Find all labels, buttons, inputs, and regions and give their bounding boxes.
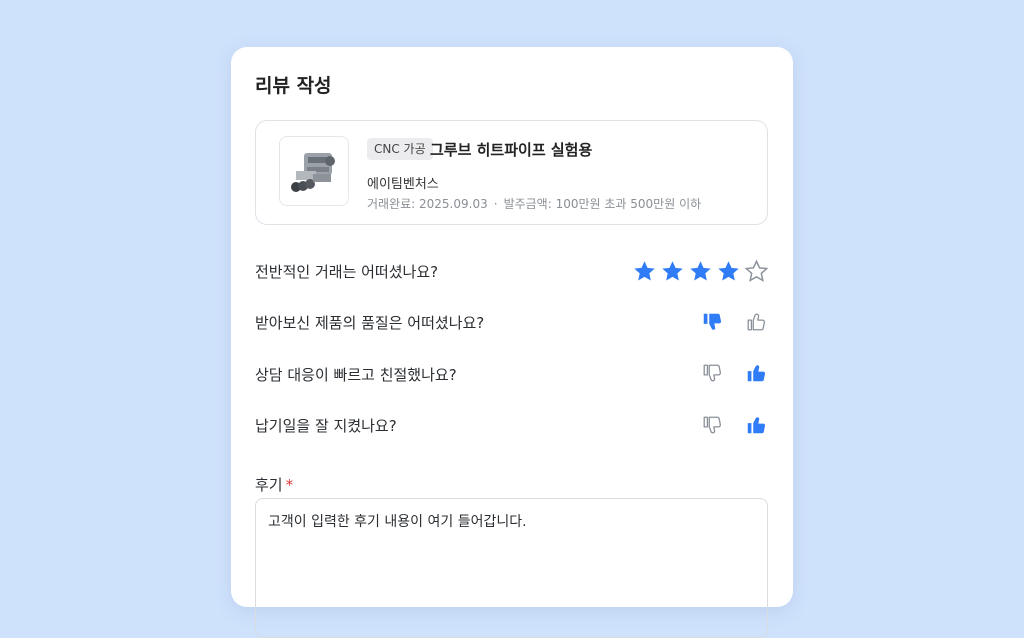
completed-date: 거래완료: 2025.09.03 — [367, 197, 488, 211]
consultation-vote — [701, 362, 767, 384]
page-title: 리뷰 작성 — [255, 75, 332, 97]
meta-separator: · — [493, 197, 498, 211]
thumbs-down-outline-icon[interactable] — [701, 414, 723, 436]
question-delivery: 납기일을 잘 지켰나요? — [255, 417, 397, 435]
review-card: 리뷰 작성 CNC 가공 그루브 히트파이프 실험용 에이팀벤처스 거래완료: … — [231, 47, 793, 638]
product-thumbnail — [279, 136, 349, 206]
thumbs-up-filled-icon[interactable] — [745, 414, 767, 436]
category-tag: CNC 가공 — [367, 138, 433, 160]
review-text: 고객이 입력한 후기 내용이 여기 들어갑니다. — [268, 514, 527, 530]
thumbs-down-filled-icon[interactable] — [701, 311, 723, 333]
star-icon[interactable] — [632, 259, 657, 284]
question-quality: 받아보신 제품의 품질은 어떠셨나요? — [255, 314, 485, 332]
order-meta: 거래완료: 2025.09.03 · 발주금액: 100만원 초과 500만원 이하 — [367, 195, 701, 212]
delivery-vote — [701, 414, 767, 436]
question-overall: 전반적인 거래는 어떠셨나요? — [255, 263, 439, 281]
quality-vote — [701, 311, 767, 333]
order-amount: 발주금액: 100만원 초과 500만원 이하 — [503, 197, 702, 211]
review-label-text: 후기 — [255, 476, 283, 494]
product-name: 그루브 히트파이프 실험용 — [430, 141, 593, 159]
star-rating[interactable] — [632, 259, 769, 284]
thumbs-down-outline-icon[interactable] — [701, 362, 723, 384]
review-label: 후기 * — [255, 474, 293, 495]
thumbs-up-filled-icon[interactable] — [745, 362, 767, 384]
star-icon[interactable] — [716, 259, 741, 284]
star-icon[interactable] — [688, 259, 713, 284]
required-mark: * — [285, 476, 294, 494]
company-name: 에이팀벤처스 — [367, 177, 439, 192]
star-icon[interactable] — [660, 259, 685, 284]
star-outline-icon[interactable] — [744, 259, 769, 284]
product-summary: CNC 가공 그루브 히트파이프 실험용 에이팀벤처스 거래완료: 2025.0… — [255, 120, 768, 225]
question-consultation: 상담 대응이 빠르고 친절했나요? — [255, 366, 457, 384]
thumbs-up-outline-icon[interactable] — [745, 311, 767, 333]
review-textarea[interactable]: 고객이 입력한 후기 내용이 여기 들어갑니다. — [255, 498, 768, 638]
